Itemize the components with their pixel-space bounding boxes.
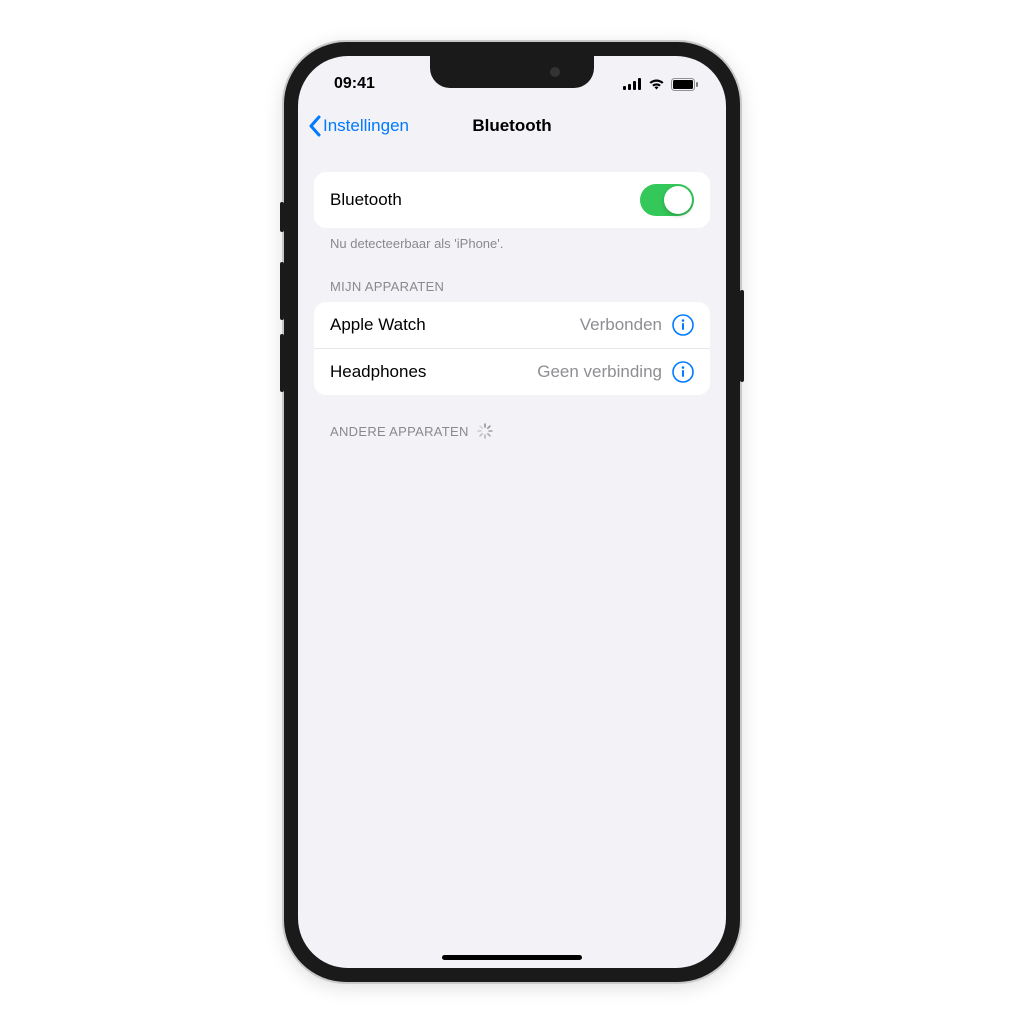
device-row[interactable]: Apple Watch Verbonden [314, 302, 710, 348]
content: Bluetooth Nu detecteerbaar als 'iPhone'.… [298, 148, 726, 447]
bluetooth-toggle-group: Bluetooth [314, 172, 710, 228]
silence-switch [280, 202, 284, 232]
page-title: Bluetooth [472, 116, 551, 136]
power-button [740, 290, 744, 382]
my-devices-header: MIJN APPARATEN [314, 251, 710, 302]
device-status: Geen verbinding [537, 362, 662, 382]
other-devices-header: ANDERE APPARATEN [314, 395, 710, 447]
cellular-signal-icon [623, 78, 642, 90]
phone-frame: 09:41 [284, 42, 740, 982]
device-info-button[interactable] [672, 314, 694, 336]
device-status: Verbonden [580, 315, 662, 335]
wifi-icon [648, 78, 665, 90]
status-icons [623, 78, 698, 91]
nav-bar: Instellingen Bluetooth [298, 104, 726, 148]
home-indicator[interactable] [442, 955, 582, 960]
back-label: Instellingen [323, 116, 409, 136]
battery-icon [671, 78, 698, 91]
back-button[interactable]: Instellingen [308, 115, 409, 137]
spinner-icon [477, 423, 493, 439]
my-devices-header-label: MIJN APPARATEN [330, 279, 444, 294]
device-name: Headphones [330, 362, 426, 382]
notch [430, 56, 594, 88]
status-time: 09:41 [334, 75, 375, 93]
discoverable-footer: Nu detecteerbaar als 'iPhone'. [314, 228, 710, 251]
device-row[interactable]: Headphones Geen verbinding [314, 348, 710, 395]
bluetooth-toggle[interactable] [640, 184, 694, 216]
bluetooth-toggle-label: Bluetooth [330, 190, 402, 210]
chevron-left-icon [308, 115, 321, 137]
other-devices-header-label: ANDERE APPARATEN [330, 424, 469, 439]
device-info-button[interactable] [672, 361, 694, 383]
volume-down-button [280, 334, 284, 392]
device-name: Apple Watch [330, 315, 426, 335]
bluetooth-toggle-row[interactable]: Bluetooth [314, 172, 710, 228]
screen: 09:41 [298, 56, 726, 968]
my-devices-list: Apple Watch Verbonden Headphone [314, 302, 710, 395]
volume-up-button [280, 262, 284, 320]
